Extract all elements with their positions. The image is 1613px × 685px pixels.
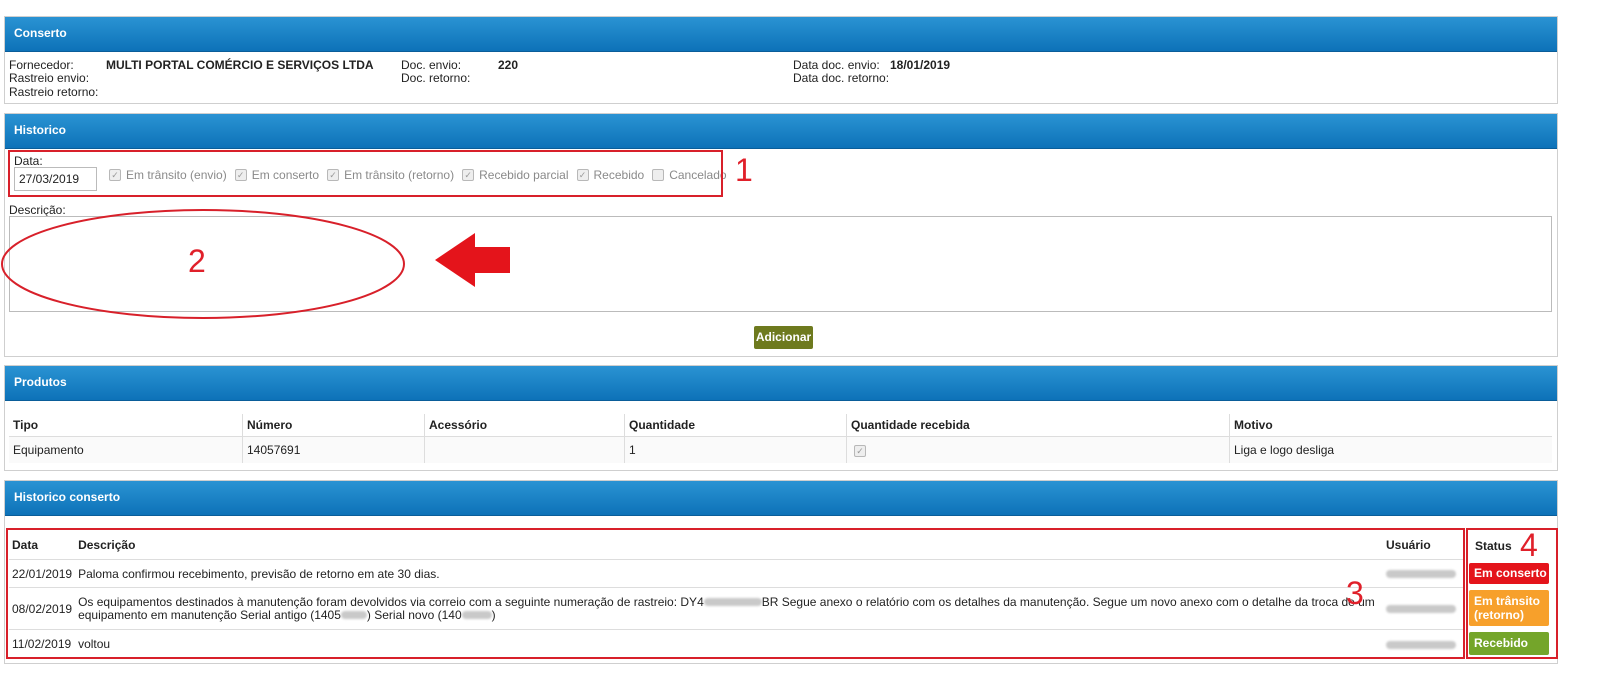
annotation-box-4 — [1466, 528, 1558, 659]
produtos-header: Produtos — [5, 366, 1557, 401]
table-row: Equipamento 14057691 1 ✓ Liga e logo des… — [9, 436, 1552, 463]
produtos-table: Tipo Número Acessório Quantidade Quantid… — [9, 414, 1552, 463]
fornecedor-label: Fornecedor: — [9, 58, 74, 72]
annotation-number-3: 3 — [1346, 575, 1364, 611]
doc-envio-value: 220 — [498, 58, 519, 72]
cell-quantidade-recebida: ✓ — [846, 436, 1230, 463]
cell-acessorio — [424, 436, 625, 463]
doc-retorno-label: Doc. retorno: — [401, 71, 471, 85]
arrow-left-icon — [435, 233, 510, 287]
annotation-number-4: 4 — [1520, 527, 1538, 563]
rastreio-retorno-label: Rastreio retorno: — [9, 85, 99, 99]
fornecedor-value: MULTI PORTAL COMÉRCIO E SERVIÇOS LTDA — [106, 58, 374, 72]
historico-conserto-header: Historico conserto — [5, 481, 1557, 516]
col-numero: Número — [242, 414, 425, 437]
doc-envio-label: Doc. envio: — [401, 58, 462, 72]
col-motivo: Motivo — [1234, 418, 1273, 432]
annotation-number-1: 1 — [735, 152, 753, 188]
data-doc-retorno-label: Data doc. retorno: — [793, 71, 890, 85]
cell-numero: 14057691 — [242, 436, 425, 463]
annotation-number-2: 2 — [188, 243, 206, 279]
annotation-ellipse-arrow — [1, 209, 510, 319]
annotation-box-1 — [8, 150, 723, 197]
data-doc-envio-label: Data doc. envio: — [793, 58, 880, 72]
historico-header: Historico — [5, 114, 1557, 149]
cell-tipo: Equipamento — [9, 436, 243, 463]
rastreio-envio-label: Rastreio envio: — [9, 71, 90, 85]
col-quantidade-recebida: Quantidade recebida — [846, 414, 1230, 437]
col-tipo: Tipo — [9, 414, 243, 437]
col-quantidade: Quantidade — [624, 414, 847, 437]
cell-motivo: Liga e logo desliga — [1229, 436, 1552, 463]
conserto-header: Conserto — [5, 17, 1557, 52]
annotation-box-3 — [6, 528, 1465, 659]
data-doc-envio-value: 18/01/2019 — [890, 58, 951, 72]
col-acessorio: Acessório — [424, 414, 625, 437]
check-icon[interactable]: ✓ — [854, 445, 866, 457]
adicionar-button[interactable]: Adicionar — [754, 326, 813, 349]
cell-quantidade: 1 — [624, 436, 847, 463]
